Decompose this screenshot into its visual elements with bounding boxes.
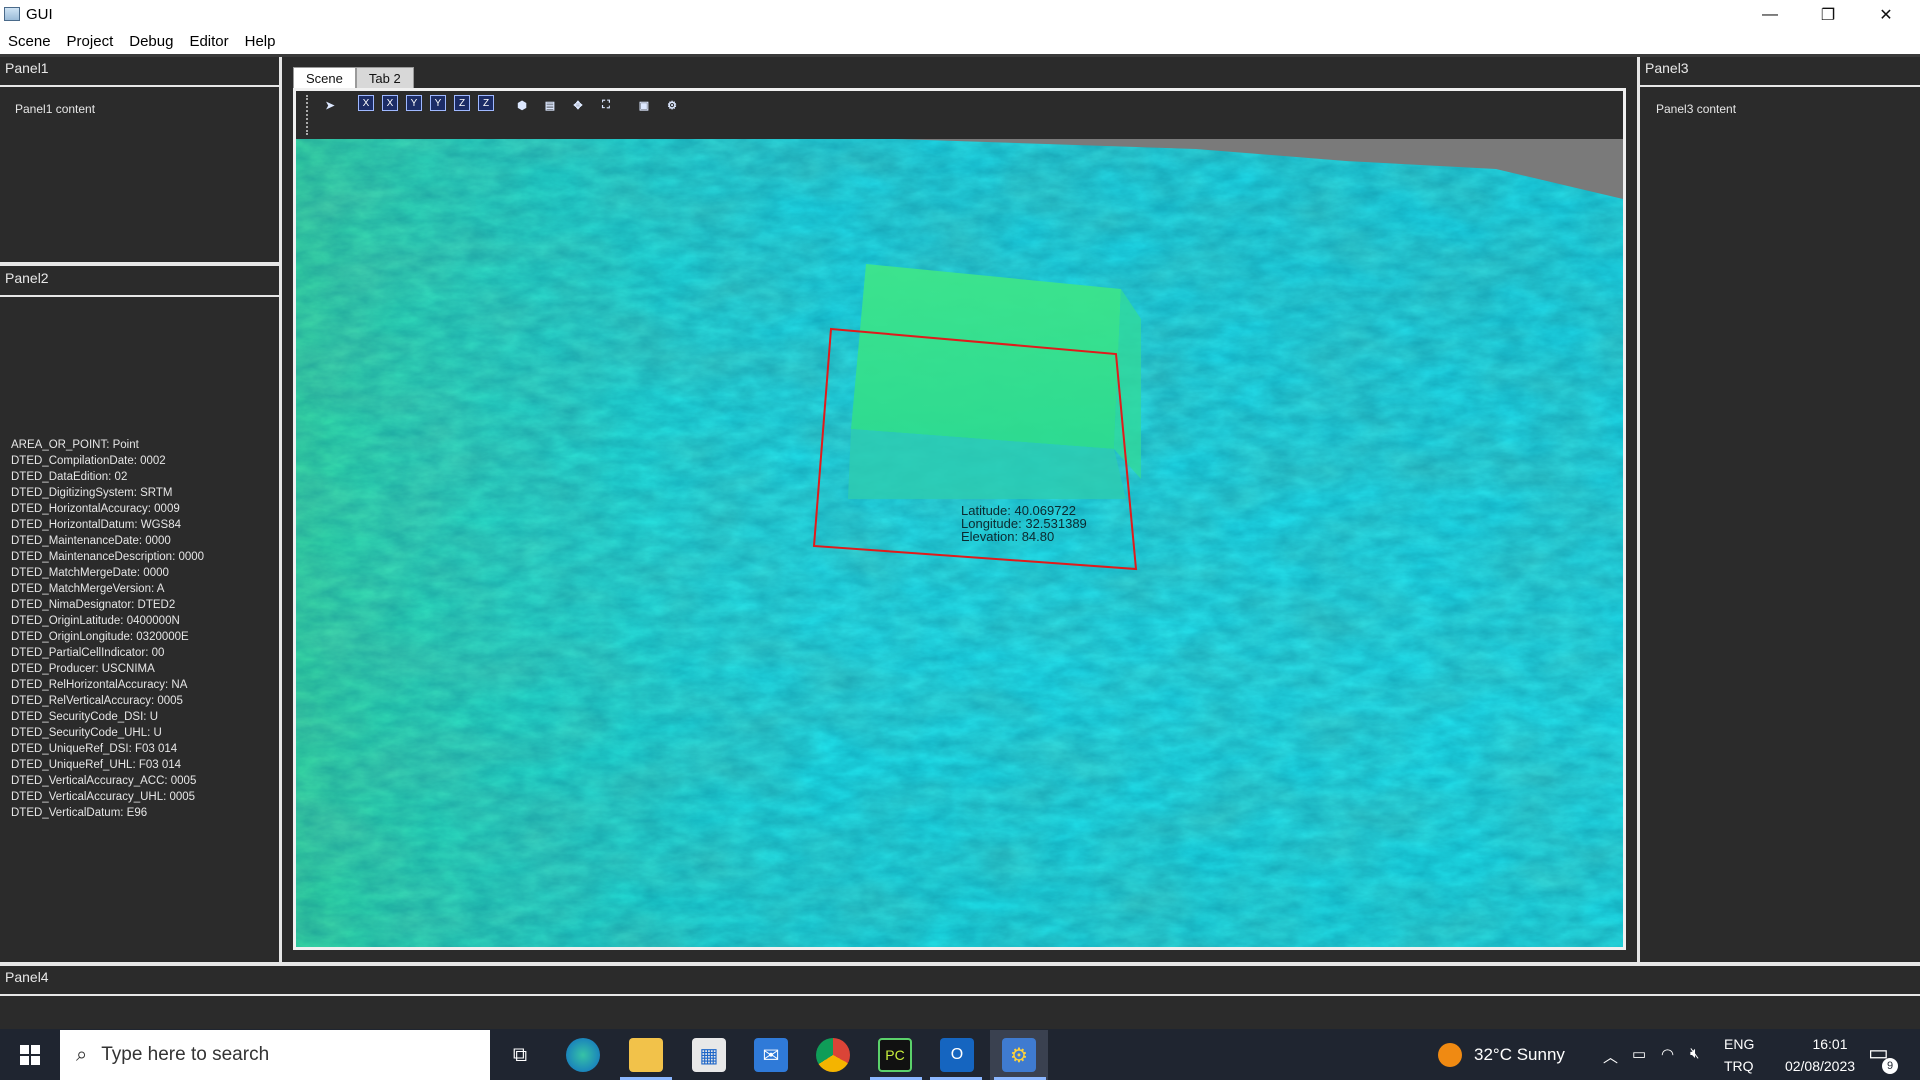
- panel3-splitter[interactable]: [1637, 57, 1640, 962]
- title-bar: [0, 0, 1920, 29]
- windows-logo-icon: [20, 1044, 40, 1065]
- menu-bar: Scene Project Debug Editor Help: [0, 29, 1920, 54]
- metadata-entry: DTED_Producer: USCNIMA: [11, 663, 155, 675]
- weather-sun-icon[interactable]: [1438, 1043, 1462, 1067]
- fit-view-icon[interactable]: ⛶: [596, 95, 616, 115]
- clock-date[interactable]: 02/08/2023: [1768, 1058, 1872, 1074]
- metadata-entry: DTED_MaintenanceDescription: 0000: [11, 551, 205, 563]
- metadata-entry: DTED_PartialCellIndicator: 00: [11, 647, 165, 659]
- elevation-readout: Elevation: 84.80: [961, 529, 1054, 544]
- chrome-icon[interactable]: [816, 1038, 850, 1072]
- scene-toolbar: ➤ X X Y Y Z Z ⬢ ▤ ✥ ⛶ ▣ ⚙: [296, 91, 1623, 139]
- outlook-icon[interactable]: O: [940, 1038, 974, 1072]
- pycharm-icon[interactable]: PC: [878, 1038, 912, 1072]
- metadata-entry: DTED_DigitizingSystem: SRTM: [11, 487, 173, 499]
- scene-tabbar: Scene Tab 2: [293, 67, 414, 89]
- metadata-entry: DTED_DataEdition: 02: [11, 471, 128, 483]
- metadata-entry: AREA_OR_POINT: Point: [11, 439, 139, 451]
- panel4: Panel4: [0, 966, 1920, 1035]
- view-z-neg-icon[interactable]: Z: [478, 95, 494, 111]
- metadata-entry: DTED_RelHorizontalAccuracy: NA: [11, 679, 188, 691]
- view-x-pos-icon[interactable]: X: [358, 95, 374, 111]
- metadata-entry: DTED_OriginLongitude: 0320000E: [11, 631, 189, 643]
- metadata-entry: DTED_SecurityCode_UHL: U: [11, 727, 162, 739]
- metadata-entry: DTED_MatchMergeVersion: A: [11, 583, 165, 595]
- search-icon: ⌕: [76, 1043, 88, 1066]
- battery-icon[interactable]: ▭: [1632, 1045, 1646, 1063]
- panel1-title: Panel1: [0, 57, 279, 85]
- menu-scene[interactable]: Scene: [0, 33, 59, 50]
- panel-splitter[interactable]: [0, 262, 279, 266]
- metadata-entry: DTED_VerticalAccuracy_ACC: 0005: [11, 775, 197, 787]
- metadata-entry: DTED_UniqueRef_UHL: F03 014: [11, 759, 182, 771]
- metadata-entry: DTED_CompilationDate: 0002: [11, 455, 166, 467]
- maximize-button[interactable]: ❐: [1799, 0, 1857, 29]
- panel2-title: Panel2: [0, 267, 279, 295]
- metadata-entry: DTED_NimaDesignator: DTED2: [11, 599, 176, 611]
- notification-count-badge: 9: [1882, 1058, 1898, 1074]
- clock-time[interactable]: 16:01: [1790, 1036, 1870, 1052]
- volume-muted-icon[interactable]: 🔇︎: [1690, 1045, 1699, 1062]
- layers-icon[interactable]: ▤: [540, 95, 560, 115]
- task-view-icon[interactable]: ⧉: [503, 1038, 537, 1072]
- app-icon: [4, 7, 20, 21]
- view-y-pos-icon[interactable]: Y: [406, 95, 422, 111]
- metadata-entry: DTED_OriginLatitude: 0400000N: [11, 615, 180, 627]
- select-tool-icon[interactable]: ➤: [320, 95, 340, 115]
- language-top[interactable]: ENG: [1724, 1036, 1754, 1052]
- tab-scene[interactable]: Scene: [293, 67, 356, 89]
- taskbar-search[interactable]: ⌕ Type here to search: [60, 1030, 490, 1080]
- panel2: Panel2 AREA_OR_POINT: Point DTED_Compilat…: [0, 267, 279, 968]
- metadata-entry: DTED_VerticalAccuracy_UHL: 0005: [11, 791, 196, 803]
- panel3: Panel3 Panel3 content: [1640, 57, 1920, 998]
- selection-volume-top: [851, 264, 1121, 449]
- menu-editor[interactable]: Editor: [181, 33, 236, 50]
- view-x-neg-icon[interactable]: X: [382, 95, 398, 111]
- panel1: Panel1 Panel1 content: [0, 57, 279, 298]
- menu-help[interactable]: Help: [237, 33, 284, 50]
- store-icon[interactable]: ▦: [692, 1038, 726, 1072]
- metadata-entry: DTED_HorizontalDatum: WGS84: [11, 519, 181, 531]
- metadata-entry: DTED_MaintenanceDate: 0000: [11, 535, 171, 547]
- weather-text[interactable]: 32°C Sunny: [1474, 1045, 1565, 1065]
- python-app-icon[interactable]: ⚙: [1002, 1038, 1036, 1072]
- metadata-entry: DTED_UniqueRef_DSI: F03 014: [11, 743, 178, 755]
- metadata-entry: DTED_SecurityCode_DSI: U: [11, 711, 158, 723]
- close-button[interactable]: ✕: [1857, 0, 1915, 29]
- edge-icon[interactable]: [566, 1038, 600, 1072]
- settings-gear-icon[interactable]: ⚙: [662, 95, 682, 115]
- metadata-list: AREA_OR_POINT: Point DTED_CompilationDate…: [0, 297, 279, 968]
- tray-chevron-icon[interactable]: ︿: [1603, 1046, 1618, 1067]
- perspective-cube-icon[interactable]: ⬢: [512, 95, 532, 115]
- terrain-canvas[interactable]: Latitude: 40.069722 Longitude: 32.531389…: [296, 139, 1623, 947]
- menu-project[interactable]: Project: [59, 33, 122, 50]
- minimize-button[interactable]: —: [1741, 0, 1799, 29]
- search-placeholder: Type here to search: [101, 1044, 270, 1065]
- save-icon[interactable]: ▣: [634, 95, 654, 115]
- panel3-content: Panel3 content: [1640, 87, 1920, 998]
- window-title: GUI: [26, 6, 53, 23]
- file-explorer-icon[interactable]: [629, 1038, 663, 1072]
- start-button[interactable]: [0, 1029, 60, 1080]
- metadata-entry: DTED_RelVerticalAccuracy: 0005: [11, 695, 183, 707]
- menu-debug[interactable]: Debug: [121, 33, 181, 50]
- toolbar-grip[interactable]: [306, 95, 310, 135]
- view-z-pos-icon[interactable]: Z: [454, 95, 470, 111]
- language-bottom[interactable]: TRQ: [1724, 1058, 1754, 1074]
- metadata-entry: DTED_HorizontalAccuracy: 0009: [11, 503, 180, 515]
- wifi-icon[interactable]: ◠: [1661, 1045, 1674, 1063]
- panel4-title: Panel4: [0, 966, 1920, 994]
- mail-icon[interactable]: ✉: [754, 1038, 788, 1072]
- terrain-texture: [296, 139, 1623, 947]
- metadata-entry: DTED_MatchMergeDate: 0000: [11, 567, 169, 579]
- view-y-neg-icon[interactable]: Y: [430, 95, 446, 111]
- panel3-title: Panel3: [1640, 57, 1920, 85]
- move-icon[interactable]: ✥: [568, 95, 588, 115]
- metadata-entry: DTED_VerticalDatum: E96: [11, 807, 148, 819]
- tab-2[interactable]: Tab 2: [355, 67, 414, 89]
- terrain-viewport[interactable]: Latitude: 40.069722 Longitude: 32.531389…: [296, 139, 1623, 947]
